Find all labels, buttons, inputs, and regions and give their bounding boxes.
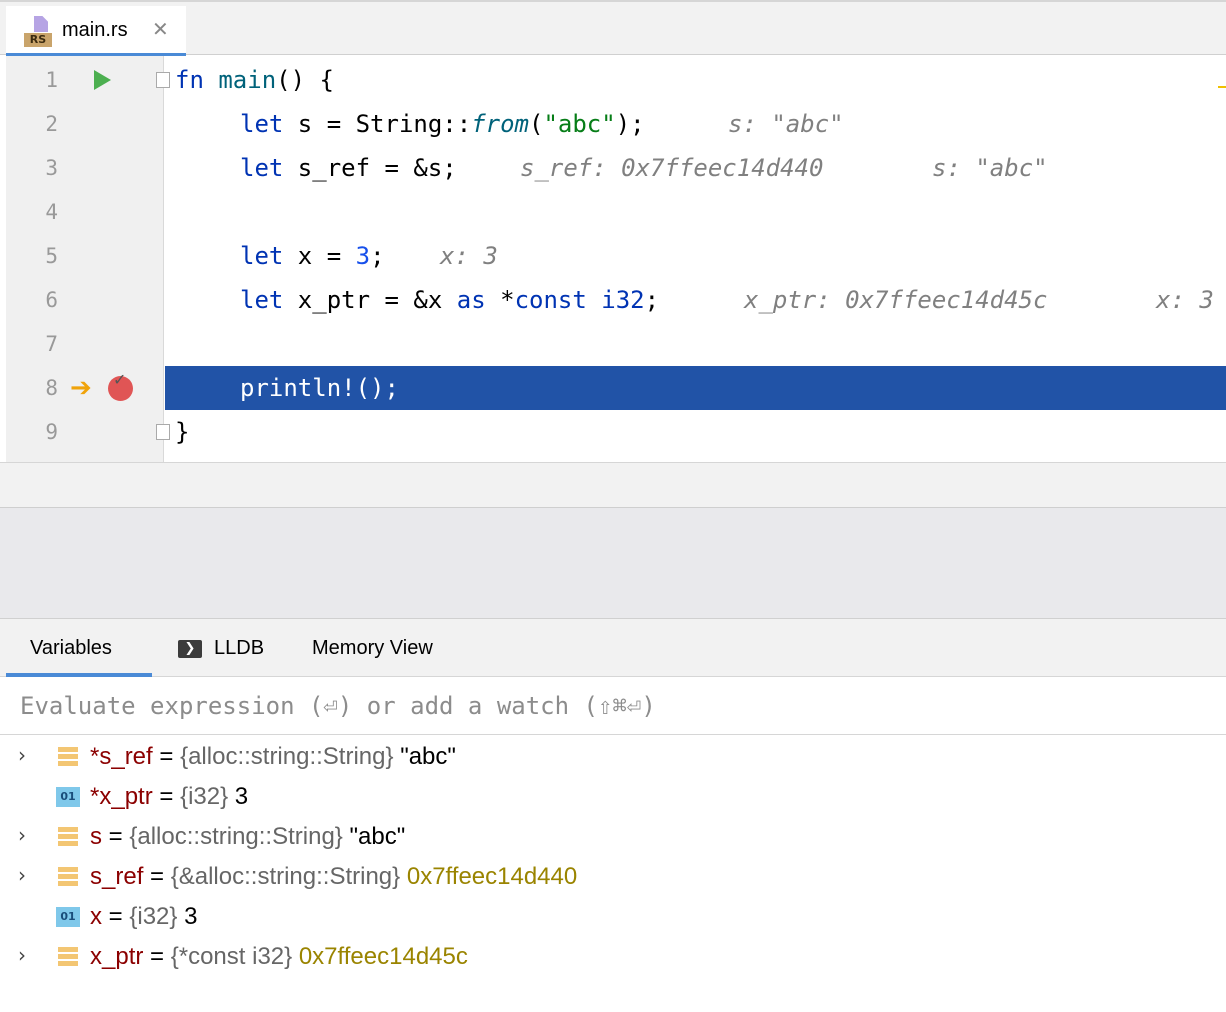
- current-line-highlight: println!();: [165, 366, 1226, 410]
- code-line-1[interactable]: 1 fn main() {: [0, 58, 1226, 102]
- code-editor[interactable]: 1 fn main() { 2 let s = String::from("ab…: [0, 56, 1226, 462]
- primitive-icon: 01: [56, 907, 80, 927]
- variable-text: x = {i32} 3: [90, 903, 198, 930]
- code-line-8[interactable]: 8 ➔ ✓ println!();: [0, 366, 1226, 410]
- primitive-icon: 01: [56, 787, 80, 807]
- line-number: 3: [45, 156, 58, 180]
- struct-icon: [58, 747, 78, 767]
- close-icon[interactable]: ✕: [152, 17, 169, 41]
- variable-text: s_ref = {&alloc::string::String} 0x7ffee…: [90, 863, 578, 890]
- panel-splitter[interactable]: [0, 508, 1226, 618]
- tab-title: main.rs: [62, 19, 128, 41]
- chevron-right-icon[interactable]: ›: [18, 823, 26, 847]
- fold-icon[interactable]: [156, 72, 172, 90]
- variable-row[interactable]: 01 *x_ptr = {i32} 3: [0, 777, 1226, 817]
- chevron-right-icon[interactable]: ›: [18, 943, 26, 967]
- code-text: fn main() {: [175, 66, 334, 94]
- inline-value-hint: s: "abc": [932, 154, 1048, 182]
- line-number: 9: [45, 420, 58, 444]
- variable-row[interactable]: › s_ref = {&alloc::string::String} 0x7ff…: [0, 857, 1226, 897]
- chevron-right-icon[interactable]: ›: [18, 743, 26, 767]
- rust-file-badge: RS: [24, 33, 52, 47]
- run-icon[interactable]: [94, 70, 111, 90]
- editor-tab-bar: RS main.rs ✕: [0, 0, 1226, 57]
- line-number: 2: [45, 112, 58, 136]
- code-line-3[interactable]: 3 let s_ref = &s; s_ref: 0x7ffeec14d440 …: [0, 146, 1226, 190]
- inline-value-hint: x: 3: [1156, 286, 1214, 314]
- debug-tabs: Variables ❯ LLDB Memory View: [0, 619, 1226, 677]
- chevron-right-icon[interactable]: ›: [18, 863, 26, 887]
- fold-icon[interactable]: [156, 424, 172, 442]
- editor-status-strip: [0, 462, 1226, 508]
- variable-text: x_ptr = {*const i32} 0x7ffeec14d45c: [90, 943, 468, 970]
- struct-icon: [58, 867, 78, 887]
- tab-main-rs[interactable]: RS main.rs ✕: [6, 6, 186, 57]
- variable-row[interactable]: 01 x = {i32} 3: [0, 897, 1226, 937]
- line-number: 7: [45, 332, 58, 356]
- code-text: let x_ptr = &x as *const i32;: [240, 286, 660, 314]
- code-line-5[interactable]: 5 let x = 3; x: 3: [0, 234, 1226, 278]
- code-text: let x = 3;: [240, 242, 385, 270]
- code-line-6[interactable]: 6 let x_ptr = &x as *const i32; x_ptr: 0…: [0, 278, 1226, 322]
- line-number: 8: [45, 376, 58, 400]
- tab-lldb[interactable]: LLDB: [214, 619, 264, 677]
- code-line-7[interactable]: 7: [0, 322, 1226, 366]
- rust-file-icon: RS: [24, 16, 54, 50]
- evaluate-expression-input[interactable]: [20, 689, 1210, 723]
- terminal-icon: ❯: [178, 640, 202, 658]
- code-line-2[interactable]: 2 let s = String::from("abc"); s: "abc": [0, 102, 1226, 146]
- variable-text: *x_ptr = {i32} 3: [90, 783, 249, 810]
- line-number: 5: [45, 244, 58, 268]
- code-text: }: [175, 418, 190, 446]
- tab-memory-view[interactable]: Memory View: [312, 619, 433, 677]
- execution-point-icon: ➔: [70, 373, 92, 403]
- inline-value-hint: s: "abc": [728, 110, 844, 138]
- struct-icon: [58, 947, 78, 967]
- line-number: 4: [45, 200, 58, 224]
- code-text: println!();: [240, 374, 399, 402]
- line-number: 1: [45, 68, 58, 92]
- variable-row[interactable]: › s = {alloc::string::String} "abc": [0, 817, 1226, 857]
- breakpoint-check-icon: ✓: [113, 370, 127, 389]
- struct-icon: [58, 827, 78, 847]
- line-number: 6: [45, 288, 58, 312]
- debug-panel: Variables ❯ LLDB Memory View › *s_ref = …: [0, 618, 1226, 1012]
- variable-row[interactable]: › *s_ref = {alloc::string::String} "abc": [0, 737, 1226, 777]
- inline-value-hint: x_ptr: 0x7ffeec14d45c: [744, 286, 1048, 314]
- code-line-9[interactable]: 9 }: [0, 410, 1226, 454]
- evaluate-expression-bar[interactable]: [0, 677, 1226, 735]
- inline-value-hint: s_ref: 0x7ffeec14d440: [520, 154, 824, 182]
- variable-text: s = {alloc::string::String} "abc": [90, 823, 406, 850]
- code-line-4[interactable]: 4: [0, 190, 1226, 234]
- tab-variables[interactable]: Variables: [6, 619, 152, 677]
- code-text: let s = String::from("abc");: [240, 110, 645, 138]
- code-text: let s_ref = &s;: [240, 154, 457, 182]
- variable-text: *s_ref = {alloc::string::String} "abc": [90, 743, 456, 770]
- inline-value-hint: x: 3: [440, 242, 498, 270]
- variable-row[interactable]: › x_ptr = {*const i32} 0x7ffeec14d45c: [0, 937, 1226, 977]
